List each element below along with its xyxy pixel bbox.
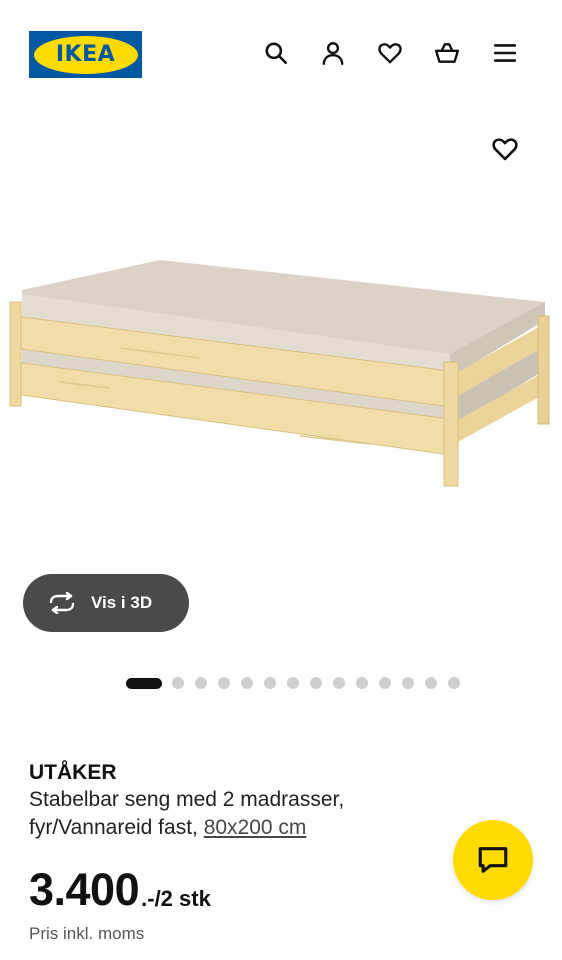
carousel-dot[interactable] [172, 677, 184, 689]
product-image-bed [9, 260, 550, 487]
account-icon[interactable] [318, 38, 348, 68]
product-name: UTÅKER [29, 761, 117, 784]
product-description-line1: Stabelbar seng med 2 madrasser, [29, 788, 345, 811]
view-in-3d-label: Vis i 3D [91, 593, 153, 612]
logo-oval: IKEA [33, 35, 138, 74]
search-icon[interactable] [261, 38, 291, 68]
carousel-dot[interactable] [218, 677, 230, 689]
carousel-dot[interactable] [287, 677, 299, 689]
size-link[interactable]: 80x200 cm [204, 816, 307, 839]
carousel-dot[interactable] [241, 677, 253, 689]
price-suffix: .-/2 stk [141, 886, 211, 911]
carousel-dot[interactable] [379, 677, 391, 689]
product-price: 3.400 .-/2 stk [29, 866, 211, 914]
carousel-dot[interactable] [356, 677, 368, 689]
chat-bubble-icon [478, 847, 508, 873]
favorites-icon[interactable] [375, 38, 405, 68]
menu-icon[interactable] [490, 38, 520, 68]
carousel-dot[interactable] [402, 677, 414, 689]
product-description-line2: fyr/Vannareid fast, 80x200 cm [29, 814, 449, 842]
header: IKEA [0, 0, 562, 104]
add-to-favorites-heart-icon[interactable] [488, 132, 522, 166]
chat-button[interactable] [453, 820, 533, 900]
logo-text: IKEA [55, 42, 116, 67]
product-info: UTÅKER Stabelbar seng med 2 madrasser, f… [29, 760, 449, 842]
rotate-3d-icon [49, 592, 75, 614]
carousel-dot[interactable] [195, 677, 207, 689]
ikea-logo[interactable]: IKEA [29, 31, 142, 78]
price-amount: 3.400 [29, 864, 140, 915]
view-in-3d-button[interactable]: Vis i 3D [23, 574, 189, 632]
price-note: Pris inkl. moms [29, 924, 145, 943]
carousel-dot[interactable] [310, 677, 322, 689]
carousel-dot[interactable] [448, 677, 460, 689]
cart-icon[interactable] [432, 38, 462, 68]
carousel-pagination [126, 677, 471, 689]
carousel-dot[interactable] [425, 677, 437, 689]
carousel-dot-active[interactable] [126, 677, 162, 689]
carousel-dot[interactable] [333, 677, 345, 689]
product-variant: fyr/Vannareid fast, [29, 816, 204, 839]
carousel-dot[interactable] [264, 677, 276, 689]
